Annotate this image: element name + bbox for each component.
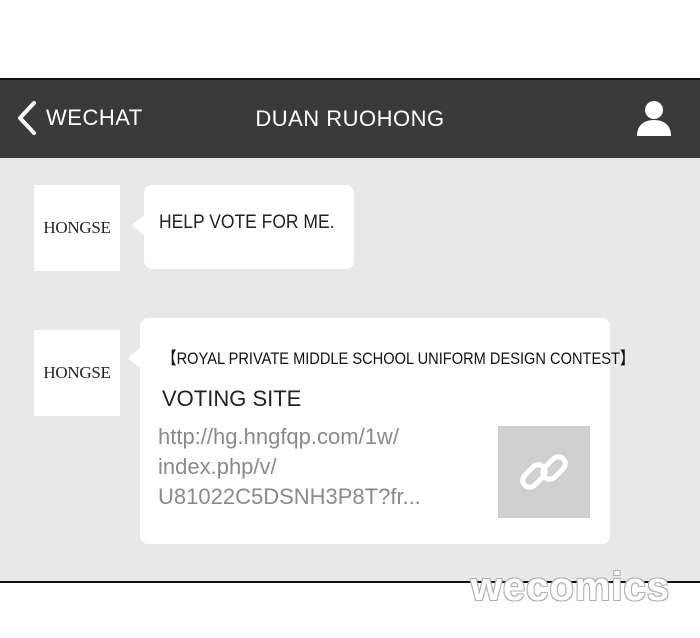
- message-text: HELP VOTE FOR ME.: [159, 212, 335, 233]
- person-icon: [637, 101, 671, 136]
- link-card-title: 【ROYAL PRIVATE MIDDLE SCHOOL UNIFORM DES…: [162, 349, 635, 368]
- avatar-label: HONGSE: [43, 363, 111, 382]
- sender-avatar[interactable]: HONGSE: [34, 330, 120, 416]
- top-bar: WECHAT DUAN RUOHONG: [0, 80, 700, 158]
- chat-window: WECHAT DUAN RUOHONG HONGSE HELP VOTE FOR…: [0, 78, 700, 583]
- url-line: U81022C5DSNH3P8T?fr...: [158, 484, 421, 509]
- watermark-logo: wecomics: [470, 565, 670, 609]
- link-card-url: http://hg.hngfqp.com/1w/ index.php/v/ U8…: [158, 422, 478, 512]
- chat-title: DUAN RUOHONG: [255, 106, 445, 131]
- link-card[interactable]: 【ROYAL PRIVATE MIDDLE SCHOOL UNIFORM DES…: [128, 318, 635, 544]
- url-line: http://hg.hngfqp.com/1w/: [158, 424, 399, 449]
- profile-button[interactable]: [634, 98, 674, 138]
- url-line: index.php/v/: [158, 454, 277, 479]
- sender-avatar[interactable]: HONGSE: [34, 185, 120, 271]
- avatar-label: HONGSE: [43, 218, 111, 237]
- link-thumbnail: [498, 426, 590, 518]
- link-icon: [520, 454, 568, 490]
- link-card-subtitle: VOTING SITE: [162, 386, 302, 411]
- message-bubble[interactable]: HELP VOTE FOR ME.: [132, 185, 354, 269]
